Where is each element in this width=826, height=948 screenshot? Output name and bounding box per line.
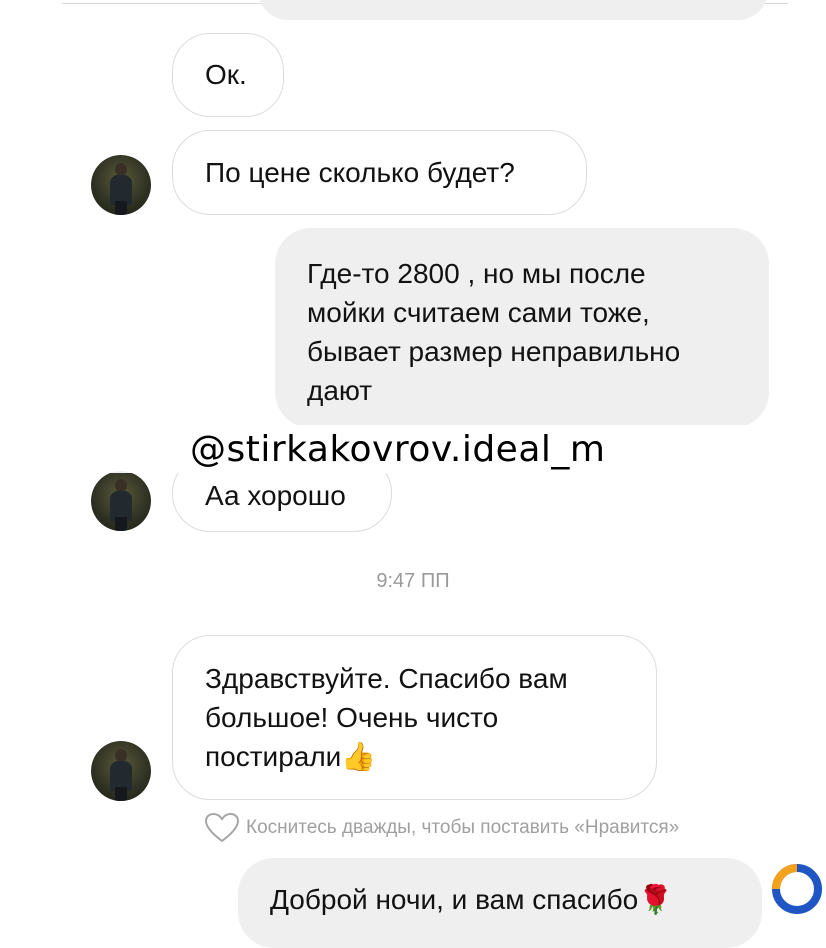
message-line: постирали👍 bbox=[205, 737, 656, 776]
outgoing-message-answer[interactable]: Где-то 2800 , но мы после мойки считаем … bbox=[275, 228, 769, 428]
incoming-message-thanks[interactable]: Здравствуйте. Спасибо вам большое! Очень… bbox=[172, 635, 657, 800]
message-line: бывает размер неправильно bbox=[307, 336, 681, 367]
message-text: Аа хорошо bbox=[205, 480, 346, 511]
previous-outgoing-bubble[interactable] bbox=[258, 0, 768, 20]
incoming-message-price-question[interactable]: По цене сколько будет? bbox=[172, 130, 587, 215]
timestamp: 9:47 ПП bbox=[376, 570, 450, 592]
double-tap-like-hint[interactable]: Коснитесь дважды, чтобы поставить «Нрави… bbox=[204, 812, 679, 844]
message-line: большое! Очень чисто bbox=[205, 702, 499, 733]
message-line: Здравствуйте. Спасибо вам bbox=[205, 663, 568, 694]
message-line: мойки считаем сами тоже, bbox=[307, 297, 650, 328]
avatar[interactable] bbox=[91, 741, 151, 801]
message-line: Где-то 2800 , но мы после bbox=[307, 258, 646, 289]
message-line: дают bbox=[307, 375, 373, 406]
heart-outline-icon[interactable] bbox=[204, 812, 240, 844]
thumbs-up-emoji-icon: 👍 bbox=[341, 741, 377, 772]
avatar[interactable] bbox=[91, 471, 151, 531]
message-text: постирали bbox=[205, 741, 342, 772]
avatar[interactable] bbox=[91, 155, 151, 215]
brand-logo-icon bbox=[772, 864, 822, 914]
message-text: По цене сколько будет? bbox=[205, 157, 515, 188]
message-text: Ок. bbox=[205, 59, 247, 90]
rose-emoji-icon: 🌹 bbox=[638, 884, 674, 915]
message-text: Доброй ночи, и вам спасибо bbox=[270, 884, 639, 915]
like-hint-text: Коснитесь дважды, чтобы поставить «Нрави… bbox=[246, 817, 680, 838]
incoming-message-ok[interactable]: Ок. bbox=[172, 33, 284, 117]
outgoing-message-good-night[interactable]: Доброй ночи, и вам спасибо🌹 bbox=[238, 858, 762, 948]
watermark-handle: @stirkakovrov.ideal_m bbox=[190, 429, 606, 470]
